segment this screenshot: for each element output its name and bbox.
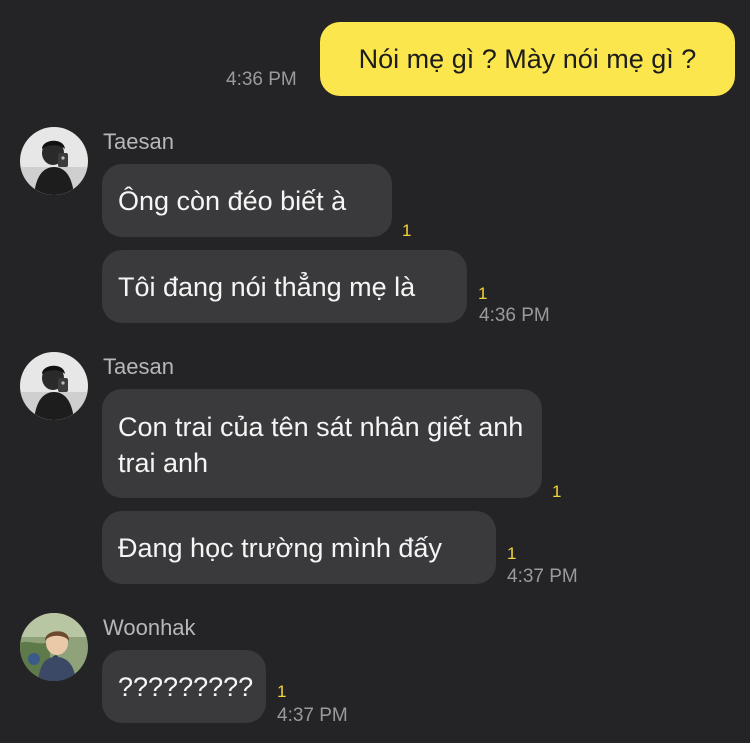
sender-name: Taesan <box>103 129 174 154</box>
unread-count: 1 <box>478 284 488 303</box>
chat-conversation: 4:36 PM Nói mẹ gì ? Mày nói mẹ gì ? Taes… <box>0 0 750 743</box>
incoming-message-bubble[interactable]: Đang học trường mình đấy <box>102 511 496 584</box>
person-silhouette-avatar-icon <box>20 352 88 420</box>
sender-name: Taesan <box>103 354 174 379</box>
person-silhouette-avatar-icon <box>20 127 88 195</box>
unread-count: 1 <box>552 482 562 501</box>
message-time: 4:36 PM <box>479 305 550 326</box>
taesan-avatar[interactable] <box>20 127 88 195</box>
incoming-message-bubble[interactable]: Tôi đang nói thẳng mẹ là <box>102 250 467 323</box>
message-time: 4:37 PM <box>277 705 348 726</box>
woonhak-avatar[interactable] <box>20 613 88 681</box>
unread-count: 1 <box>402 221 412 240</box>
sender-name: Woonhak <box>103 615 196 640</box>
outgoing-message-time: 4:36 PM <box>226 69 297 90</box>
incoming-message-bubble[interactable]: Con trai của tên sát nhân giết anh trai … <box>102 389 542 498</box>
incoming-message-bubble[interactable]: Ông còn đéo biết à <box>102 164 392 237</box>
incoming-message-bubble[interactable]: ????????? <box>102 650 266 723</box>
taesan-avatar[interactable] <box>20 352 88 420</box>
outgoing-message-bubble[interactable]: Nói mẹ gì ? Mày nói mẹ gì ? <box>320 22 735 96</box>
unread-count: 1 <box>277 682 287 701</box>
person-photo-avatar-icon <box>20 613 88 681</box>
message-time: 4:37 PM <box>507 566 578 587</box>
unread-count: 1 <box>507 544 517 563</box>
